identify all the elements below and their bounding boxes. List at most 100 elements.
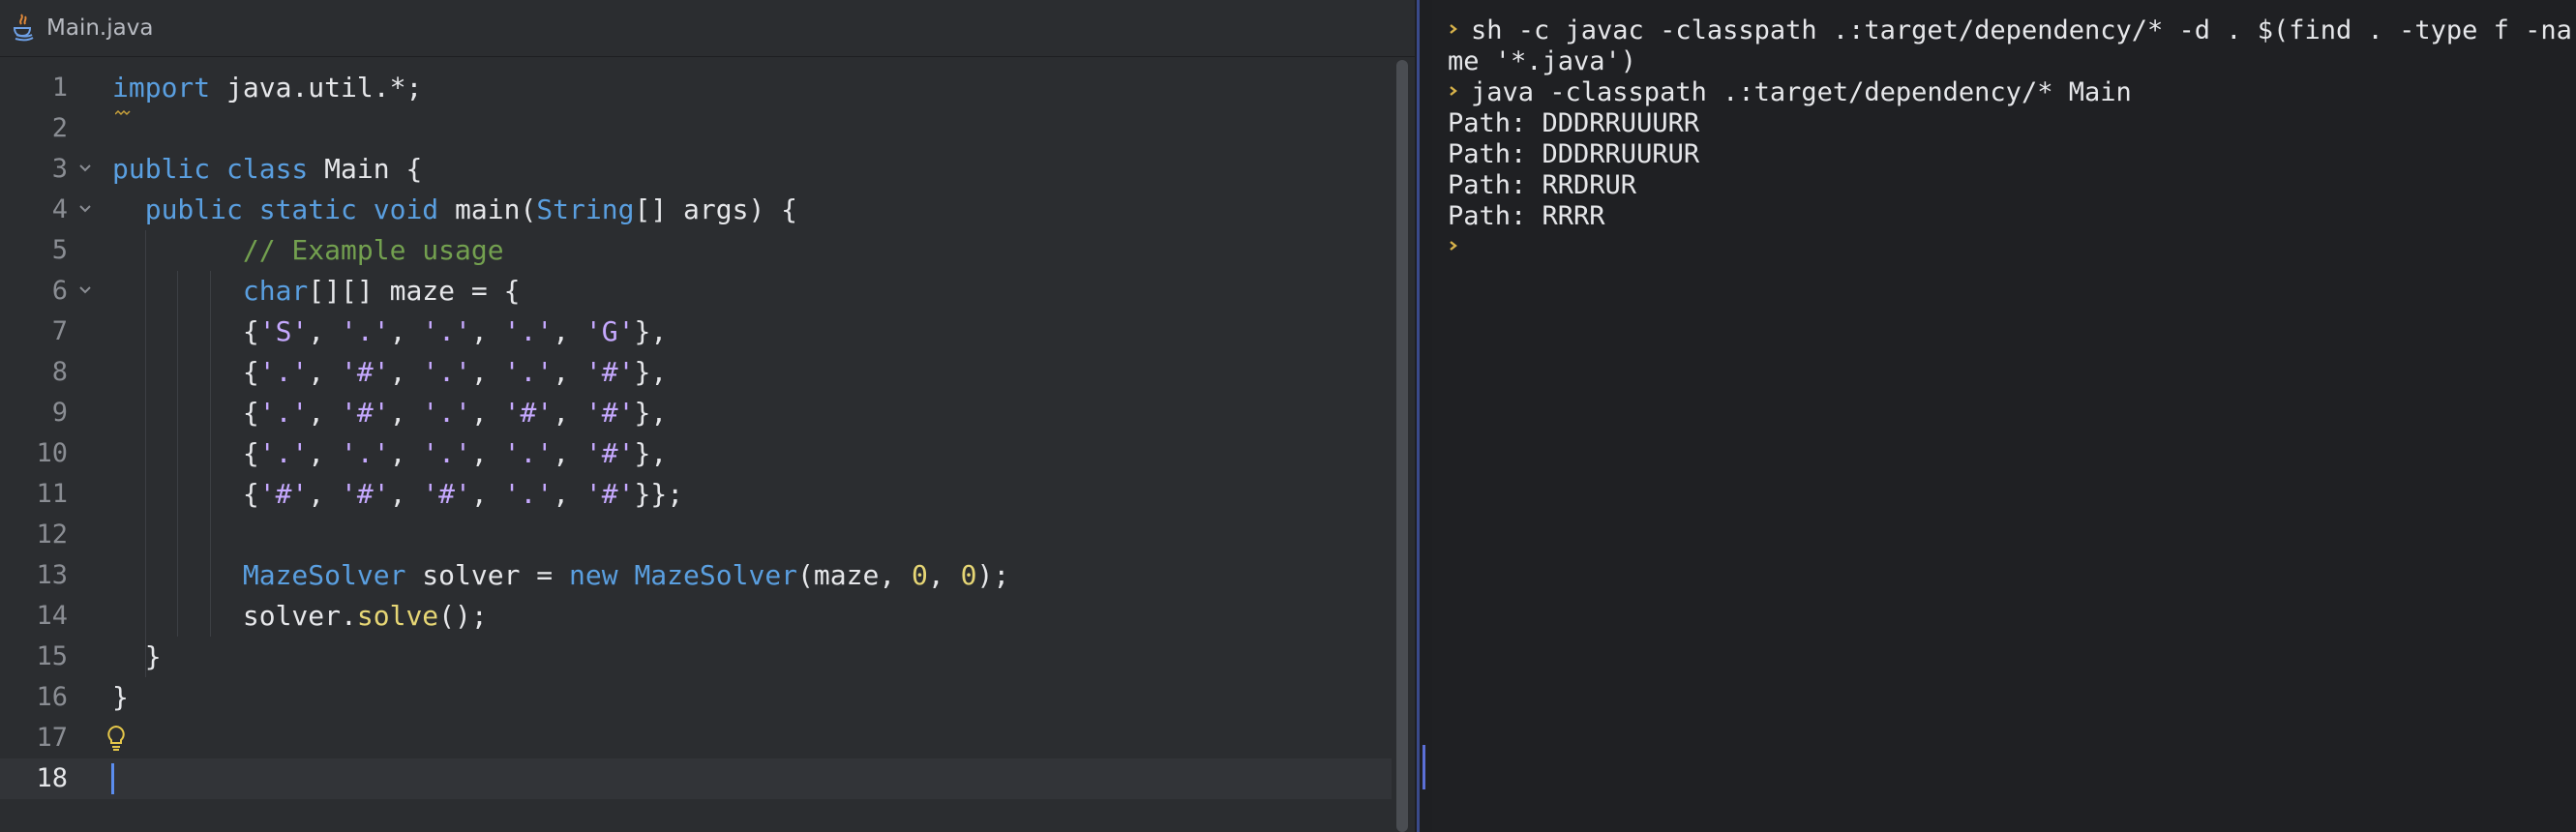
code-text: public static void main(String[] args) { [112,190,797,230]
prompt-chevron-icon [1448,77,1461,108]
code-line[interactable]: 3 public class Main { [0,149,1392,190]
code-token: , [553,315,585,347]
terminal-text: java -classpath .:target/dependency/* Ma… [1471,77,2132,107]
code-line[interactable]: 2 [0,108,1392,149]
code-token: solve [356,600,439,632]
code-line[interactable]: 14 solver.solve(); [0,596,1392,637]
code-token: , [553,478,585,510]
line-number[interactable]: 17 [0,718,68,758]
code-token: , [308,397,342,429]
code-token: '.' [341,437,390,469]
code-line[interactable]: 16} [0,677,1392,718]
line-number[interactable]: 1 [0,68,68,108]
code-token: '#' [341,478,390,510]
code-token: , [470,437,504,469]
lightbulb-icon[interactable] [105,724,128,757]
code-line[interactable]: 9 {'.', '#', '.', '#', '#'}, [0,393,1392,433]
code-token: '#' [584,356,635,388]
code-line[interactable]: 12 [0,515,1392,555]
code-token: , [470,397,504,429]
code-token: 0 [960,559,977,591]
code-token: 'S' [258,315,309,347]
code-token: , [389,356,423,388]
code-line[interactable]: 7 {'S', '.', '.', '.', 'G'}, [0,312,1392,352]
code-token: { [242,437,259,469]
tab-main-java[interactable]: Main.java [8,0,153,56]
code-text: public class Main { [112,149,422,190]
code-token: , [389,478,423,510]
code-text: import java.util.*; [112,68,422,108]
code-line[interactable]: 6 char[][] maze = { [0,271,1392,312]
code-token: } [144,640,162,672]
code-token: }, [634,356,668,388]
code-line[interactable]: 8 {'.', '#', '.', '.', '#'}, [0,352,1392,393]
terminal-pane[interactable]: sh -c javac -classpath .:target/dependen… [1432,0,2576,832]
code-text: // Example usage [112,230,504,271]
line-number[interactable]: 3 [0,149,68,190]
code-line[interactable]: 4 public static void main(String[] args)… [0,190,1392,230]
code-line[interactable]: 13 MazeSolver solver = new MazeSolver(ma… [0,555,1392,596]
code-line[interactable]: 5 // Example usage [0,230,1392,271]
code-token: , [553,356,585,388]
line-number[interactable]: 11 [0,474,68,515]
code-token: '#' [422,478,471,510]
fold-chevron-icon[interactable] [77,190,95,230]
code-token: solver. [242,600,357,632]
terminal-output-line: Path: RRDRUR [1448,170,2570,201]
code-token: Main { [308,153,423,185]
fold-chevron-icon[interactable] [77,149,95,190]
code-token: import [112,72,211,104]
line-number[interactable]: 18 [0,758,68,799]
text-caret [111,763,114,794]
code-token: , [308,315,342,347]
code-token: , [389,397,423,429]
code-token: { [242,478,259,510]
splitter-handle[interactable] [1423,745,1425,789]
line-number[interactable]: 2 [0,108,68,149]
line-number[interactable]: 12 [0,515,68,555]
fold-chevron-icon[interactable] [77,271,95,312]
line-number[interactable]: 13 [0,555,68,596]
code-area[interactable]: 1 import java.util.*; 2 3 public class Main … [0,60,1392,832]
code-text: {'S', '.', '.', '.', 'G'}, [112,312,667,352]
code-token: public class [112,153,309,185]
code-token: '.' [503,478,554,510]
line-number[interactable]: 6 [0,271,68,312]
code-line[interactable]: 17 [0,718,1392,758]
code-line[interactable]: 18 [0,758,1392,799]
code-token: }, [634,315,668,347]
code-token: }}; [634,478,684,510]
code-line[interactable]: 11 {'#', '#', '#', '.', '#'}}; [0,474,1392,515]
terminal-text: Path: DDDRRUUURR [1448,108,1700,138]
code-line[interactable]: 1 import java.util.*; [0,68,1392,108]
scrollbar-thumb[interactable] [1396,60,1408,832]
line-number[interactable]: 7 [0,312,68,352]
line-number[interactable]: 14 [0,596,68,637]
code-token: '.' [503,356,554,388]
code-line[interactable]: 10 {'.', '.', '.', '.', '#'}, [0,433,1392,474]
terminal-command-line [1448,232,2570,263]
line-number[interactable]: 5 [0,230,68,271]
line-number[interactable]: 10 [0,433,68,474]
line-number[interactable]: 8 [0,352,68,393]
editor-scrollbar[interactable] [1393,60,1409,832]
code-token: } [112,681,129,713]
terminal-output-line: Path: RRRR [1448,201,2570,232]
code-token: { [242,315,259,347]
line-number[interactable]: 15 [0,637,68,677]
code-token: , [553,397,585,429]
code-token: { [242,397,259,429]
code-text: solver.solve(); [112,596,488,637]
line-number[interactable]: 16 [0,677,68,718]
code-token: , [553,437,585,469]
warning-squiggle [114,102,131,116]
code-token: '.' [422,437,471,469]
code-text: } [112,677,129,718]
terminal-command-line: java -classpath .:target/dependency/* Ma… [1448,77,2570,108]
tab-label: Main.java [46,15,154,41]
line-number[interactable]: 4 [0,190,68,230]
code-line[interactable]: 15 } [0,637,1392,677]
line-number[interactable]: 9 [0,393,68,433]
code-token: , [470,478,504,510]
code-token: 'G' [584,315,635,347]
